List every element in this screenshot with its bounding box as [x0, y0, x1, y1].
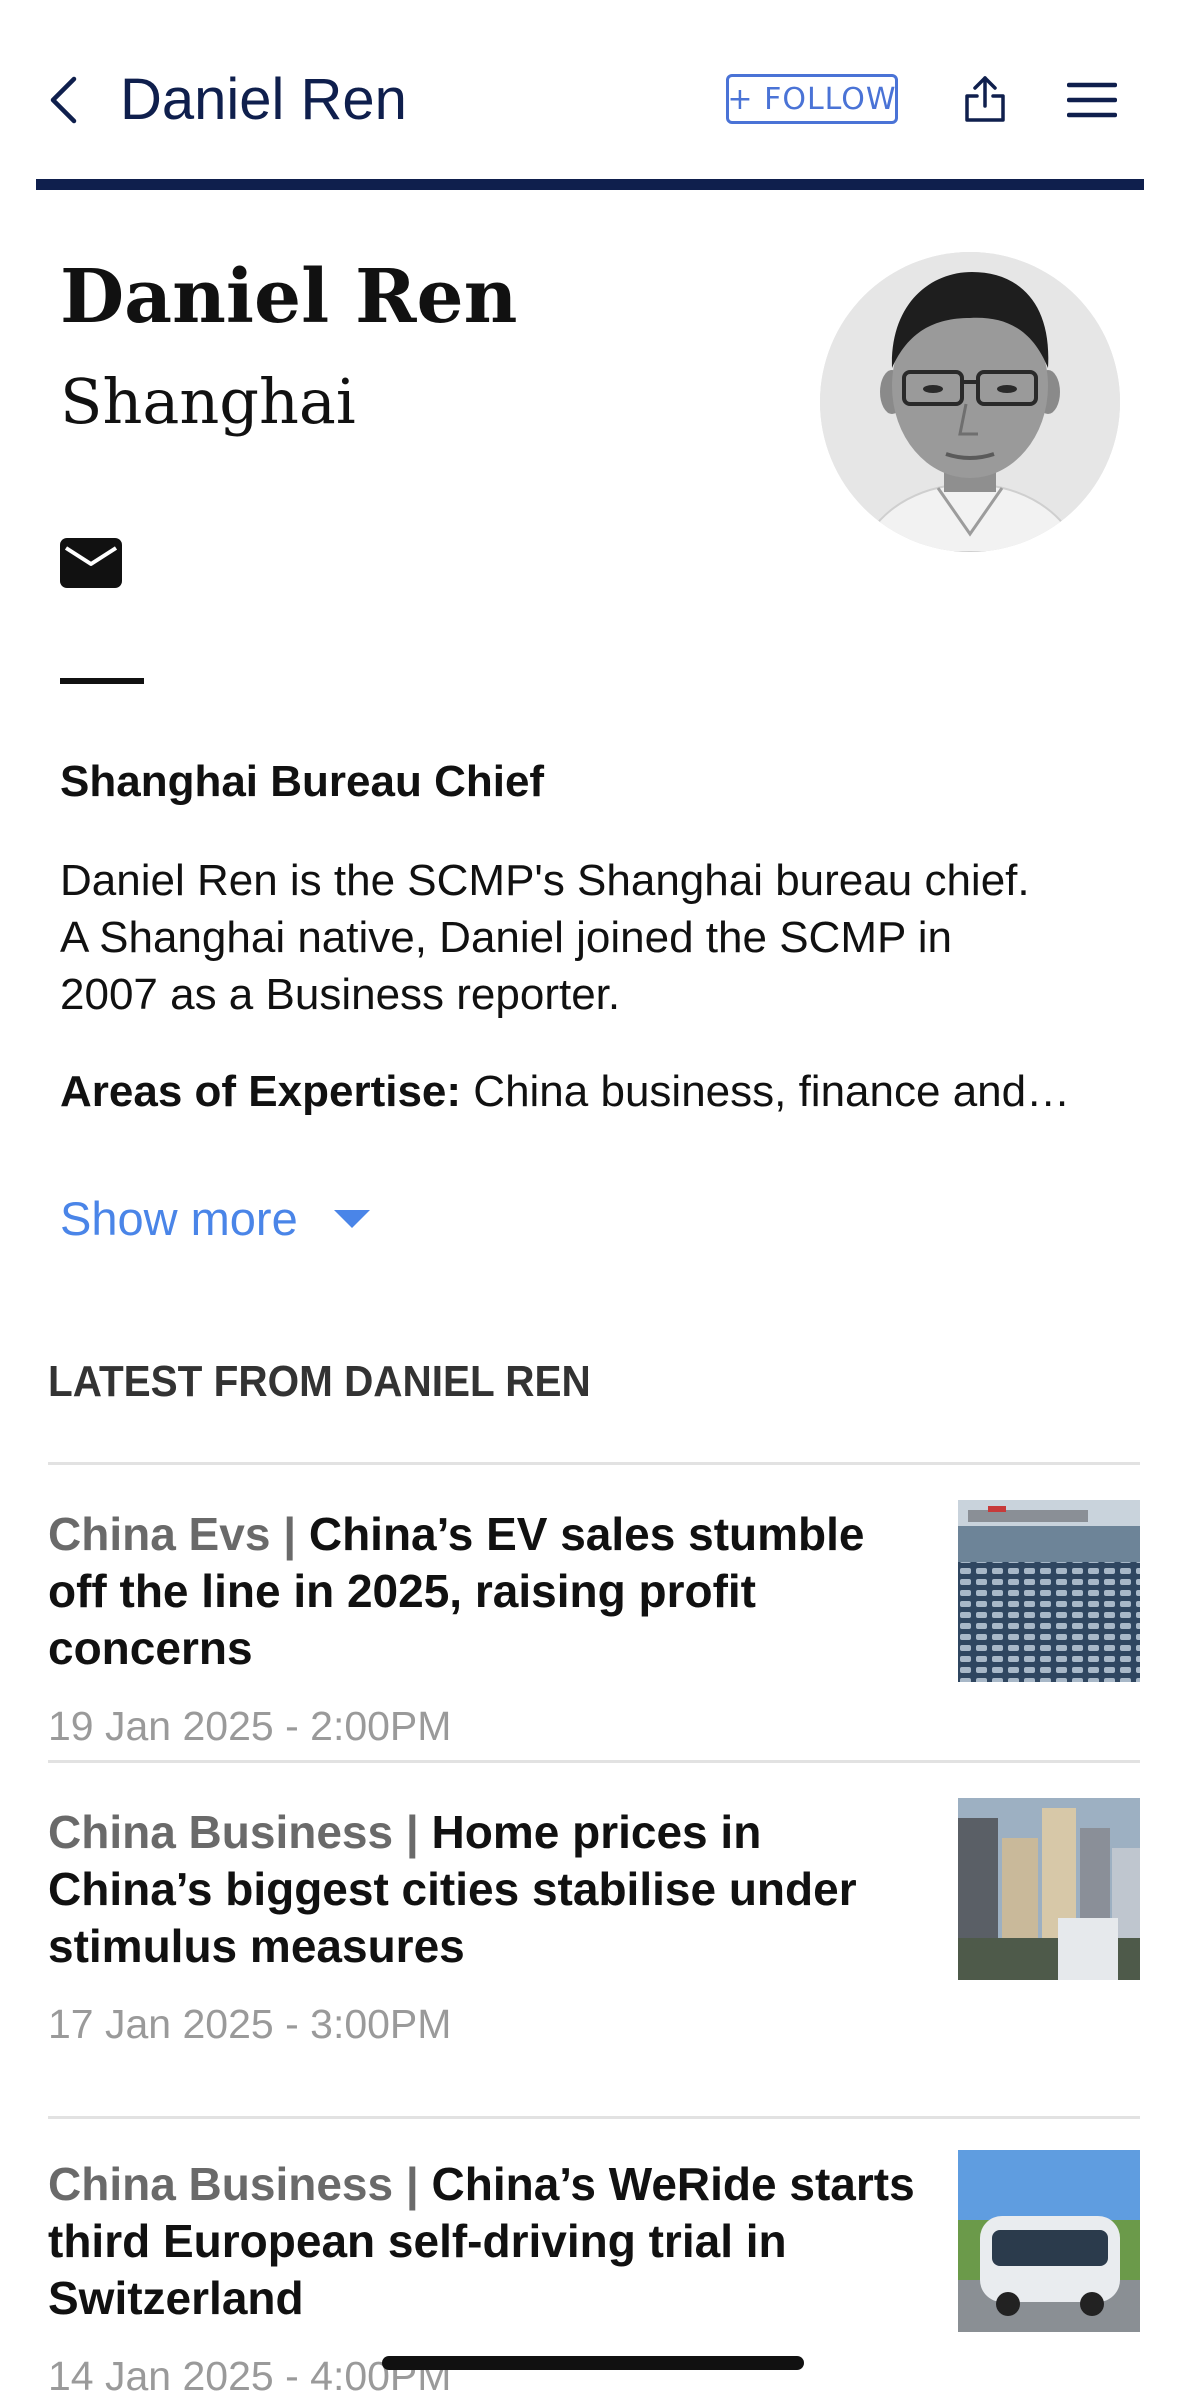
chevron-left-icon: [50, 76, 77, 124]
share-icon: [965, 76, 1005, 122]
article-headline[interactable]: China Business | Home prices in China’s …: [48, 1804, 928, 1975]
article-image: [958, 1500, 1140, 1682]
bio-line: A Shanghai native, Daniel joined the SCM…: [60, 913, 952, 962]
header-rule: [36, 179, 1144, 190]
author-photo: [820, 252, 1120, 552]
topbar-title: Daniel Ren: [120, 67, 407, 132]
follow-button[interactable]: + FOLLOW: [726, 74, 898, 124]
bio-line: 2007 as a Business reporter.: [60, 970, 621, 1019]
article-image: [958, 2150, 1140, 2332]
bio-line: Daniel Ren is the SCMP's Shanghai bureau…: [60, 856, 1030, 905]
menu-button[interactable]: [1064, 76, 1120, 124]
article-date: 17 Jan 2025 - 3:00PM: [48, 2001, 452, 2047]
author-location: Shanghai: [60, 365, 356, 438]
top-bar: Daniel Ren + FOLLOW: [0, 0, 1179, 190]
caret-down-icon: [333, 1210, 370, 1228]
article-thumbnail[interactable]: [958, 1500, 1140, 1682]
article-date: 19 Jan 2025 - 2:00PM: [48, 1703, 452, 1749]
author-bio: Daniel Ren is the SCMP's Shanghai bureau…: [60, 852, 1120, 1023]
latest-section-heading: LATEST FROM DANIEL REN: [48, 1357, 591, 1406]
expertise-label: Areas of Expertise:: [60, 1067, 462, 1116]
list-divider: [48, 1462, 1140, 1465]
article-thumbnail[interactable]: [958, 1798, 1140, 1980]
article-category[interactable]: China Business: [48, 2158, 393, 2210]
email-button[interactable]: [60, 538, 122, 588]
avatar: [820, 252, 1120, 552]
home-indicator[interactable]: [382, 2356, 804, 2370]
article-text: China Business | Home prices in China’s …: [48, 1804, 928, 2051]
article-headline[interactable]: China Evs | China’s EV sales stumble off…: [48, 1506, 928, 1677]
back-button[interactable]: [36, 70, 90, 130]
show-more-label: Show more: [60, 1192, 298, 1245]
envelope-icon: [60, 538, 122, 588]
job-title: Shanghai Bureau Chief: [60, 757, 545, 806]
article-category[interactable]: China Business: [48, 1806, 393, 1858]
article-text: China Evs | China’s EV sales stumble off…: [48, 1506, 928, 1753]
list-divider: [48, 1760, 1140, 1763]
author-name: Daniel Ren: [60, 254, 518, 340]
show-more-button[interactable]: Show more: [60, 1188, 370, 1250]
article-thumbnail[interactable]: [958, 2150, 1140, 2332]
section-divider: [60, 678, 144, 684]
article-image: [958, 1798, 1140, 1980]
article-separator: |: [393, 1806, 432, 1858]
article-headline[interactable]: China Business | China’s WeRide starts t…: [48, 2156, 928, 2327]
article-separator: |: [270, 1508, 309, 1560]
share-button[interactable]: [958, 70, 1012, 128]
areas-of-expertise: Areas of Expertise: China business, fina…: [60, 1062, 1120, 1122]
article-separator: |: [393, 2158, 432, 2210]
article-category[interactable]: China Evs: [48, 1508, 270, 1560]
hamburger-menu-icon: [1067, 82, 1117, 118]
list-divider: [48, 2116, 1140, 2119]
expertise-value: China business, finance and…: [461, 1067, 1071, 1116]
